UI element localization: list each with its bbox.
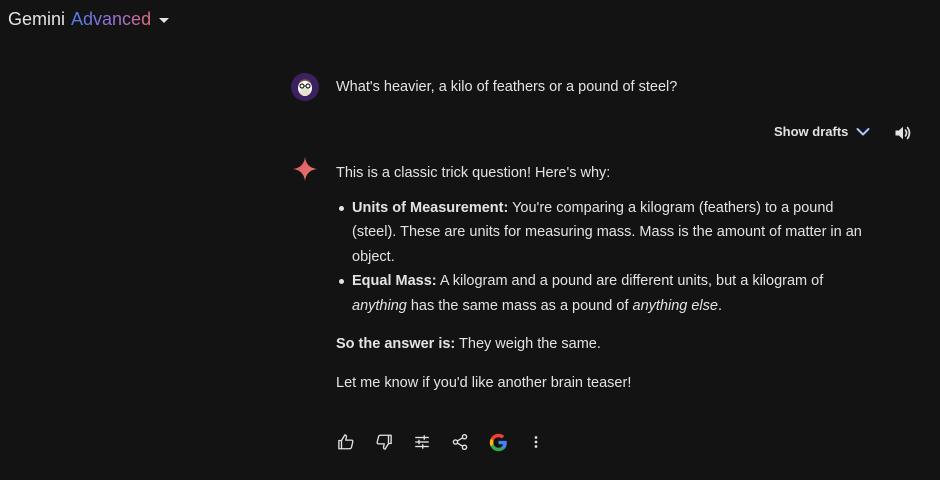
chevron-down-icon (856, 127, 870, 135)
bullet-text: . (717, 297, 722, 314)
avatar-icon (291, 73, 319, 101)
app-tier: Advanced (71, 9, 152, 29)
show-drafts-label: Show drafts (774, 124, 849, 139)
list-item: Equal Mass: A kilogram and a pound are d… (339, 269, 876, 318)
modify-response-icon (415, 435, 429, 449)
response-action-bar (336, 432, 564, 452)
thumbs-up-button[interactable] (336, 432, 356, 452)
response-bullet-list: Units of Measurement: You're comparing a… (336, 196, 876, 319)
modify-response-button[interactable] (412, 432, 432, 452)
response-intro: This is a classic trick question! Here's… (336, 165, 611, 181)
caret-down-icon (159, 18, 170, 23)
response-closing: Let me know if you'd like another brain … (336, 374, 632, 391)
gemini-sparkle-icon (293, 157, 317, 181)
bullet-emphasis: anything (352, 297, 407, 314)
speaker-icon[interactable] (893, 123, 913, 143)
response-answer: So the answer is: They weigh the same. (336, 332, 876, 357)
bullet-label: Units of Measurement: (352, 199, 509, 216)
double-check-google-button[interactable] (488, 432, 508, 452)
answer-text: They weigh the same. (455, 336, 601, 352)
thumbs-up-icon (338, 434, 354, 450)
list-item: Units of Measurement: You're comparing a… (339, 196, 876, 270)
bullet-text: A kilogram and a pound are different uni… (436, 273, 824, 289)
answer-label: So the answer is: (336, 336, 456, 352)
user-prompt-text: What's heavier, a kilo of feathers or a … (336, 79, 678, 95)
app-name: Gemini (8, 9, 66, 29)
google-icon (489, 433, 507, 451)
bullet-label: Equal Mass: (352, 273, 437, 289)
model-response: This is a classic trick question! Here's… (336, 161, 876, 395)
more-vert-icon (534, 436, 538, 448)
bullet-emphasis: anything else (632, 297, 718, 314)
model-selector[interactable]: Gemini Advanced (8, 9, 170, 30)
share-icon (452, 433, 468, 451)
user-avatar (291, 73, 319, 101)
bullet-text: has the same mass as a pound of (406, 297, 633, 314)
show-drafts-button[interactable]: Show drafts (774, 124, 870, 139)
thumbs-down-button[interactable] (374, 432, 394, 452)
gemini-chat-page: Gemini Advanced What's heavier, a kilo o… (0, 0, 940, 480)
thumbs-down-icon (376, 434, 392, 450)
more-options-button[interactable] (526, 432, 546, 452)
share-button[interactable] (450, 432, 470, 452)
